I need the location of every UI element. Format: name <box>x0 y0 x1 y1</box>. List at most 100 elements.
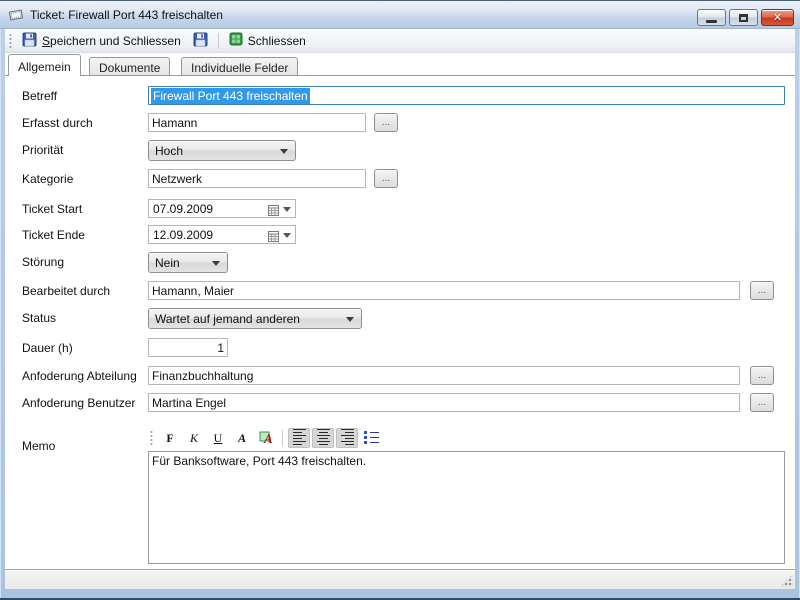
ticket-ende-datepicker[interactable]: 12.09.2009 <box>148 225 296 244</box>
align-right-icon <box>341 429 354 447</box>
row-stoerung: Störung Nein <box>5 252 795 274</box>
svg-text:A: A <box>263 431 273 444</box>
bearbeitet-durch-input[interactable] <box>148 281 740 300</box>
chevron-down-icon <box>283 233 291 238</box>
window-controls: ✕ <box>697 9 794 26</box>
bullet-list-icon <box>364 431 379 446</box>
row-anfoderung-benutzer: Anfoderung Benutzer ... <box>5 393 795 415</box>
field-label-betreff: Betreff <box>22 89 57 103</box>
align-left-button[interactable] <box>288 428 310 448</box>
row-ticket-ende: Ticket Ende 12.09.2009 <box>5 225 795 247</box>
status-dropdown[interactable]: Wartet auf jemand anderen <box>148 308 362 329</box>
row-kategorie: Kategorie ... <box>5 169 795 191</box>
chevron-down-icon <box>280 149 288 154</box>
underline-button[interactable]: U <box>207 428 229 448</box>
field-label-ticket-ende: Ticket Ende <box>22 228 85 242</box>
row-dauer: Dauer (h) <box>5 338 795 360</box>
align-left-icon <box>293 429 306 447</box>
maximize-icon <box>739 14 748 22</box>
align-center-button[interactable] <box>312 428 334 448</box>
close-icon: ✕ <box>773 11 782 24</box>
betreff-input[interactable]: Firewall Port 443 freischalten <box>148 86 785 105</box>
dauer-input[interactable] <box>148 338 228 357</box>
status-bar <box>5 569 795 589</box>
field-label-anfoderung-abteilung: Anfoderung Abteilung <box>22 369 137 383</box>
titlebar[interactable]: Ticket: Firewall Port 443 freischalten ✕ <box>0 1 800 29</box>
align-right-button[interactable] <box>336 428 358 448</box>
field-label-ticket-start: Ticket Start <box>22 202 82 216</box>
field-label-kategorie: Kategorie <box>22 172 73 186</box>
save-and-close-button[interactable]: Speichern und Schliessen <box>16 30 187 52</box>
prioritaet-dropdown[interactable]: Hoch <box>148 140 296 161</box>
field-label-bearbeitet-durch: Bearbeitet durch <box>22 284 110 298</box>
field-label-erfasst-durch: Erfasst durch <box>22 116 93 130</box>
anfoderung-abteilung-input[interactable] <box>148 366 740 385</box>
maximize-button[interactable] <box>729 9 758 26</box>
ticket-start-datepicker[interactable]: 07.09.2009 <box>148 199 296 218</box>
minimize-icon <box>706 20 717 23</box>
chevron-down-icon <box>346 317 354 322</box>
save-and-close-label: Speichern und Schliessen <box>42 34 181 48</box>
close-ticket-button[interactable]: Schliessen <box>223 30 312 51</box>
row-erfasst-durch: Erfasst durch ... <box>5 113 795 135</box>
row-status: Status Wartet auf jemand anderen <box>5 308 795 330</box>
minimize-button[interactable] <box>697 9 726 26</box>
anfoderung-benutzer-browse-button[interactable]: ... <box>750 393 774 412</box>
close-ticket-label: Schliessen <box>248 34 306 48</box>
save-icon <box>22 32 37 50</box>
font-color-icon: A <box>259 430 274 447</box>
field-label-stoerung: Störung <box>22 255 64 269</box>
stoerung-value: Nein <box>155 256 180 270</box>
save-icon <box>193 32 208 50</box>
toolbar-grip[interactable] <box>9 33 12 49</box>
field-label-dauer: Dauer (h) <box>22 341 73 355</box>
ticket-ende-value: 12.09.2009 <box>153 228 213 242</box>
client-area: Speichern und Schliessen <box>5 29 795 589</box>
window-title: Ticket: Firewall Port 443 freischalten <box>30 8 223 22</box>
field-label-prioritaet: Priorität <box>22 143 63 157</box>
ticket-window: Ticket: Firewall Port 443 freischalten ✕ <box>0 0 800 600</box>
bearbeitet-durch-browse-button[interactable]: ... <box>750 281 774 300</box>
memo-toolbar-separator <box>282 430 283 446</box>
main-toolbar: Speichern und Schliessen <box>5 29 795 53</box>
close-button[interactable]: ✕ <box>761 9 794 26</box>
tab-individuelle-felder[interactable]: Individuelle Felder <box>181 57 298 76</box>
font-button[interactable]: A <box>231 428 253 448</box>
prioritaet-value: Hoch <box>155 144 183 158</box>
row-bearbeitet-durch: Bearbeitet durch ... <box>5 281 795 303</box>
ticket-icon <box>8 7 24 23</box>
betreff-selected-text: Firewall Port 443 freischalten <box>151 88 310 104</box>
bold-button[interactable]: F <box>159 428 181 448</box>
italic-button[interactable]: K <box>183 428 205 448</box>
status-value: Wartet auf jemand anderen <box>155 312 300 326</box>
bullet-list-button[interactable] <box>360 428 382 448</box>
ticket-start-value: 07.09.2009 <box>153 202 213 216</box>
tab-allgemein[interactable]: Allgemein <box>8 54 81 76</box>
row-prioritaet: Priorität Hoch <box>5 140 795 162</box>
save-button[interactable] <box>187 30 214 52</box>
resize-grip[interactable] <box>780 574 793 587</box>
toolbar-separator <box>218 33 219 49</box>
font-color-button[interactable]: A <box>255 428 277 448</box>
memo-textarea[interactable]: Für Banksoftware, Port 443 freischalten. <box>148 451 785 564</box>
memo-toolbar-grip[interactable] <box>150 430 153 446</box>
tabstrip: Allgemein Dokumente Individuelle Felder <box>5 53 795 76</box>
field-label-memo: Memo <box>22 439 55 453</box>
align-center-icon <box>317 429 330 447</box>
chevron-down-icon <box>283 207 291 212</box>
erfasst-durch-browse-button[interactable]: ... <box>374 113 398 132</box>
tab-dokumente[interactable]: Dokumente <box>89 57 170 76</box>
memo-toolbar: F K U A A <box>148 426 382 450</box>
anfoderung-benutzer-input[interactable] <box>148 393 740 412</box>
stoerung-dropdown[interactable]: Nein <box>148 252 228 273</box>
row-betreff: Betreff Firewall Port 443 freischalten <box>5 86 795 108</box>
kategorie-browse-button[interactable]: ... <box>374 169 398 188</box>
row-ticket-start: Ticket Start 07.09.2009 <box>5 199 795 221</box>
calendar-icon <box>268 229 279 240</box>
field-label-anfoderung-benutzer: Anfoderung Benutzer <box>22 396 135 410</box>
field-label-status: Status <box>22 311 56 325</box>
calendar-icon <box>268 203 279 214</box>
kategorie-input[interactable] <box>148 169 366 188</box>
erfasst-durch-input[interactable] <box>148 113 366 132</box>
anfoderung-abteilung-browse-button[interactable]: ... <box>750 366 774 385</box>
